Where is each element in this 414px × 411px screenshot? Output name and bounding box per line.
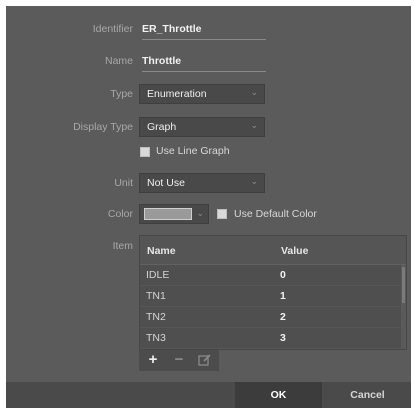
- unit-label: Unit: [114, 177, 133, 189]
- table-header: Name Value: [140, 236, 406, 265]
- item-label: Item: [112, 240, 133, 252]
- table-row[interactable]: TN1 1: [140, 286, 402, 307]
- table-row[interactable]: TN3 3: [140, 328, 402, 349]
- ok-button[interactable]: OK: [235, 382, 322, 408]
- display-type-label: Display Type: [73, 121, 133, 133]
- display-type-dropdown[interactable]: Graph ⌄: [139, 117, 265, 137]
- unit-dropdown[interactable]: Not Use ⌄: [139, 173, 265, 193]
- minus-icon[interactable]: −: [170, 352, 188, 368]
- item-properties-dialog: Identifier ER_Throttle Name Throttle Typ…: [6, 6, 411, 408]
- identifier-field[interactable]: ER_Throttle: [142, 23, 266, 40]
- type-label: Type: [110, 88, 133, 100]
- table-row[interactable]: TN2 2: [140, 307, 402, 328]
- type-dropdown[interactable]: Enumeration ⌄: [139, 84, 265, 104]
- name-field[interactable]: Throttle: [142, 55, 266, 72]
- row-value: 1: [280, 290, 286, 302]
- row-value: 3: [280, 332, 286, 344]
- chevron-down-icon: ⌄: [250, 87, 258, 97]
- plus-icon[interactable]: +: [144, 352, 162, 368]
- color-swatch: [144, 208, 192, 220]
- row-name: TN2: [146, 311, 166, 323]
- chevron-down-icon: ⌄: [250, 176, 258, 186]
- name-label: Name: [104, 55, 133, 67]
- edit-icon[interactable]: [196, 352, 214, 368]
- item-table: Name Value IDLE 0 TN1 1 TN2 2 TN3 3: [139, 235, 407, 350]
- color-picker[interactable]: ⌄: [139, 204, 209, 224]
- use-line-graph-checkbox[interactable]: [140, 147, 150, 157]
- dialog-footer: OK Cancel: [6, 382, 411, 408]
- display-type-dropdown-value: Graph: [147, 121, 177, 133]
- row-name: TN1: [146, 290, 166, 302]
- type-dropdown-value: Enumeration: [147, 88, 207, 100]
- chevron-down-icon: ⌄: [250, 120, 258, 130]
- row-name: TN3: [146, 332, 166, 344]
- use-default-color-checkbox[interactable]: [217, 209, 227, 219]
- column-header-value[interactable]: Value: [281, 245, 308, 257]
- cancel-button[interactable]: Cancel: [324, 382, 411, 408]
- table-scrollbar[interactable]: [401, 265, 406, 349]
- row-value: 2: [280, 311, 286, 323]
- use-line-graph-label[interactable]: Use Line Graph: [156, 145, 230, 157]
- row-value: 0: [280, 269, 286, 281]
- color-label: Color: [107, 208, 133, 220]
- row-name: IDLE: [146, 269, 170, 281]
- item-toolbar: + −: [139, 350, 219, 371]
- chevron-down-icon: ⌄: [196, 208, 204, 218]
- column-header-name[interactable]: Name: [147, 245, 176, 257]
- use-default-color-label[interactable]: Use Default Color: [234, 208, 317, 220]
- identifier-label: Identifier: [92, 23, 133, 35]
- scrollbar-thumb[interactable]: [402, 267, 405, 303]
- unit-dropdown-value: Not Use: [147, 177, 185, 189]
- table-row[interactable]: IDLE 0: [140, 265, 402, 286]
